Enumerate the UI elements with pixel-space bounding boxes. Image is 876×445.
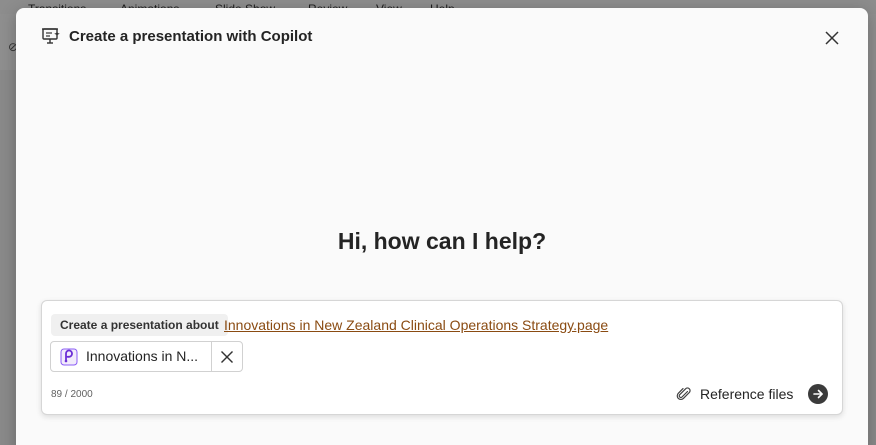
prompt-prefix-chip: Create a presentation about bbox=[51, 314, 228, 336]
presentation-sparkle-icon bbox=[42, 28, 60, 44]
attached-file[interactable]: Innovations in N... bbox=[51, 342, 212, 371]
dialog-title: Create a presentation with Copilot bbox=[69, 28, 313, 45]
dialog-header: Create a presentation with Copilot bbox=[16, 8, 868, 64]
loop-page-icon bbox=[60, 348, 78, 366]
close-button[interactable] bbox=[820, 26, 844, 50]
reference-file-link[interactable]: Innovations in New Zealand Clinical Oper… bbox=[224, 317, 608, 333]
prompt-input-box[interactable]: Create a presentation about Innovations … bbox=[41, 300, 843, 415]
dismiss-icon bbox=[221, 350, 233, 363]
character-count: 89 / 2000 bbox=[51, 389, 93, 400]
reference-files-button[interactable]: Reference files bbox=[676, 384, 793, 404]
greeting-heading: Hi, how can I help? bbox=[337, 228, 547, 254]
copilot-dialog: Create a presentation with Copilot Hi, h… bbox=[16, 8, 868, 445]
paperclip-icon bbox=[676, 387, 691, 401]
attached-file-name: Innovations in N... bbox=[86, 348, 199, 364]
attached-file-chip: Innovations in N... bbox=[50, 341, 243, 372]
remove-file-button[interactable] bbox=[212, 342, 242, 371]
arrow-right-icon bbox=[813, 389, 823, 399]
close-icon bbox=[825, 31, 839, 45]
reference-files-label: Reference files bbox=[700, 386, 794, 402]
send-button[interactable] bbox=[808, 384, 828, 404]
